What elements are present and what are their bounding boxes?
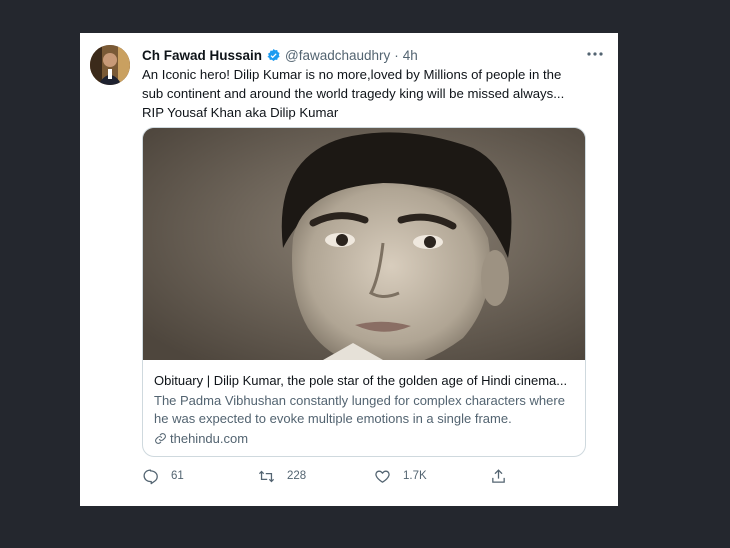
link-description: The Padma Vibhushan constantly lunged fo… xyxy=(154,393,565,426)
share-icon xyxy=(492,468,505,483)
tweet-text: An Iconic hero! Dilip Kumar is no more,l… xyxy=(142,67,565,120)
reply-icon xyxy=(143,468,158,484)
like-button[interactable]: 1.7K xyxy=(374,468,490,485)
link-icon xyxy=(155,433,166,444)
tweet-actions: 61 228 1.7K xyxy=(142,465,522,487)
link-domain-text: thehindu.com xyxy=(170,431,249,446)
reply-count: 61 xyxy=(171,470,184,482)
link-preview-image xyxy=(143,128,585,360)
avatar[interactable] xyxy=(90,45,130,85)
like-count: 1.7K xyxy=(403,470,427,482)
tweet-card[interactable]: Ch Fawad Hussain @fawadchaudhry · 4h An … xyxy=(80,33,618,506)
verified-badge-icon xyxy=(266,48,281,63)
retweet-icon xyxy=(258,470,275,482)
share-button[interactable] xyxy=(490,468,519,485)
retweet-button[interactable]: 228 xyxy=(258,468,374,485)
separator-dot: · xyxy=(394,47,399,63)
more-options-icon[interactable] xyxy=(584,45,606,63)
link-domain: thehindu.com xyxy=(154,431,574,446)
link-title: Obituary | Dilip Kumar, the pole star of… xyxy=(154,373,568,388)
retweet-count: 228 xyxy=(287,470,307,482)
reply-button[interactable]: 61 xyxy=(142,468,258,485)
link-preview-card[interactable]: Obituary | Dilip Kumar, the pole star of… xyxy=(142,127,586,457)
tweet-header: Ch Fawad Hussain @fawadchaudhry · 4h xyxy=(142,45,588,65)
author-handle[interactable]: @fawadchaudhry xyxy=(285,48,390,63)
timestamp[interactable]: 4h xyxy=(403,48,418,63)
like-icon xyxy=(375,470,390,483)
author-name[interactable]: Ch Fawad Hussain xyxy=(142,48,262,63)
